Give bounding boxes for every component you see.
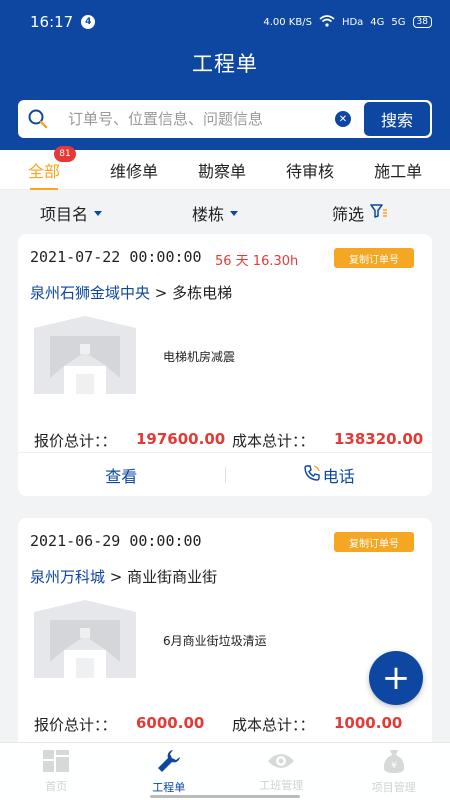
order-datetime: 2021-07-22 00:00:00	[30, 248, 202, 266]
clear-icon[interactable]: ✕	[335, 111, 351, 127]
signal-5g: 5G	[391, 16, 406, 28]
grid-icon	[42, 749, 70, 776]
tab-survey[interactable]: 勘察单	[198, 158, 246, 182]
quote-total-label: 报价总计：：	[34, 432, 117, 450]
order-datetime: 2021-06-29 00:00:00	[30, 532, 202, 550]
filter-label: 筛选	[332, 205, 365, 224]
nav-label-orders: 工程单	[152, 781, 186, 794]
view-button[interactable]: 查看	[18, 463, 225, 487]
copy-order-number-button[interactable]: 复制订单号	[334, 248, 414, 268]
phone-icon	[303, 464, 321, 486]
search-button[interactable]: 搜索	[364, 102, 430, 136]
page-title: 工程单	[192, 52, 258, 76]
quote-total-value: 197600.00	[136, 430, 226, 448]
order-actions: 查看 电话	[18, 452, 432, 496]
search-bar: ✕ 搜索	[18, 100, 432, 138]
tab-all[interactable]: 全部 81	[28, 145, 77, 190]
nav-item-projects[interactable]: ¥ 项目管理	[338, 743, 450, 800]
search-icon	[18, 100, 58, 138]
order-card[interactable]: 2021-06-29 00:00:00 复制订单号 泉州万科城 > 商业街商业街…	[18, 518, 432, 758]
order-location: 泉州万科城 > 商业街商业街	[30, 566, 217, 587]
money-bag-icon: ¥	[382, 748, 406, 777]
status-bar: 16:17 4 4.00 KB/S HDa 4G 5G 38	[30, 10, 432, 34]
signal-4g: 4G	[370, 16, 385, 28]
tab-pending-review[interactable]: 待审核	[286, 158, 334, 182]
order-card[interactable]: 2021-07-22 00:00:00 56 天 16.30h 复制订单号 泉州…	[18, 234, 432, 496]
building-filter-label: 楼栋	[192, 205, 225, 224]
battery-icon: 38	[412, 16, 432, 28]
plus-icon: +	[381, 658, 411, 698]
tab-all-label: 全部	[28, 161, 61, 181]
order-description: 电梯机房减震	[163, 350, 236, 364]
order-description: 6月商业街垃圾清运	[163, 634, 267, 648]
dropdown-arrow-icon	[94, 210, 103, 216]
project-filter[interactable]: 项目名	[40, 201, 103, 225]
filter-icon	[370, 203, 388, 223]
order-building: 商业街商业街	[127, 568, 218, 586]
wrench-icon	[156, 748, 182, 777]
svg-text:¥: ¥	[391, 761, 397, 771]
add-order-button[interactable]: +	[369, 651, 423, 705]
tab-repair[interactable]: 维修单	[110, 158, 158, 182]
building-filter[interactable]: 楼栋	[192, 201, 239, 225]
nav-label-crew: 工班管理	[259, 779, 304, 792]
copy-order-number-button[interactable]: 复制订单号	[334, 532, 414, 552]
status-icons: 4.00 KB/S HDa 4G 5G 38	[263, 14, 432, 30]
bottom-nav: 首页 工程单 工班管理 ¥ 项目管理	[0, 742, 450, 800]
cost-total-value: 138320.00	[334, 430, 424, 448]
nav-label-projects: 项目管理	[371, 781, 416, 794]
net-speed: 4.00 KB/S	[263, 16, 312, 28]
wifi-icon	[319, 14, 335, 30]
eye-icon	[266, 750, 296, 775]
order-thumbnail-placeholder	[30, 314, 140, 398]
home-indicator[interactable]	[150, 795, 300, 798]
location-separator: >	[105, 568, 128, 586]
order-type-tabs: 全部 81 维修单 勘察单 待审核 施工单	[0, 145, 450, 190]
phone-label: 电话	[322, 466, 355, 486]
tab-all-badge: 81	[54, 145, 77, 162]
cost-total-label: 成本总计：：	[232, 716, 315, 734]
status-time: 16:17	[30, 13, 74, 31]
nav-item-orders[interactable]: 工程单	[113, 743, 226, 800]
nav-item-home[interactable]: 首页	[0, 743, 113, 800]
order-project-link[interactable]: 泉州万科城	[30, 568, 105, 586]
location-separator: >	[150, 284, 173, 302]
cost-total-label: 成本总计：：	[232, 432, 315, 450]
app-header: 16:17 4 4.00 KB/S HDa 4G 5G 38 工程单 ✕ 搜索	[0, 0, 450, 150]
quote-total-value: 6000.00	[136, 714, 205, 732]
order-building: 多栋电梯	[172, 284, 233, 302]
project-filter-label: 项目名	[40, 205, 89, 224]
order-location: 泉州石狮金域中央 > 多栋电梯	[30, 282, 232, 303]
filter-bar: 项目名 楼栋 筛选	[0, 190, 450, 236]
order-project-link[interactable]: 泉州石狮金域中央	[30, 284, 150, 302]
filter-button[interactable]: 筛选	[332, 201, 388, 225]
quote-total-label: 报价总计：：	[34, 716, 117, 734]
notification-badge: 4	[81, 15, 96, 29]
phone-button[interactable]: 电话	[226, 463, 433, 487]
dropdown-arrow-icon	[230, 210, 239, 216]
search-input[interactable]	[68, 110, 323, 128]
tab-construction[interactable]: 施工单	[374, 158, 422, 182]
order-thumbnail-placeholder	[30, 598, 140, 682]
hd-label: HDa	[341, 16, 364, 28]
nav-label-home: 首页	[45, 780, 68, 793]
cost-total-value: 1000.00	[334, 714, 403, 732]
nav-item-crew[interactable]: 工班管理	[225, 743, 338, 800]
remaining-time: 56 天 16.30h	[215, 254, 299, 269]
